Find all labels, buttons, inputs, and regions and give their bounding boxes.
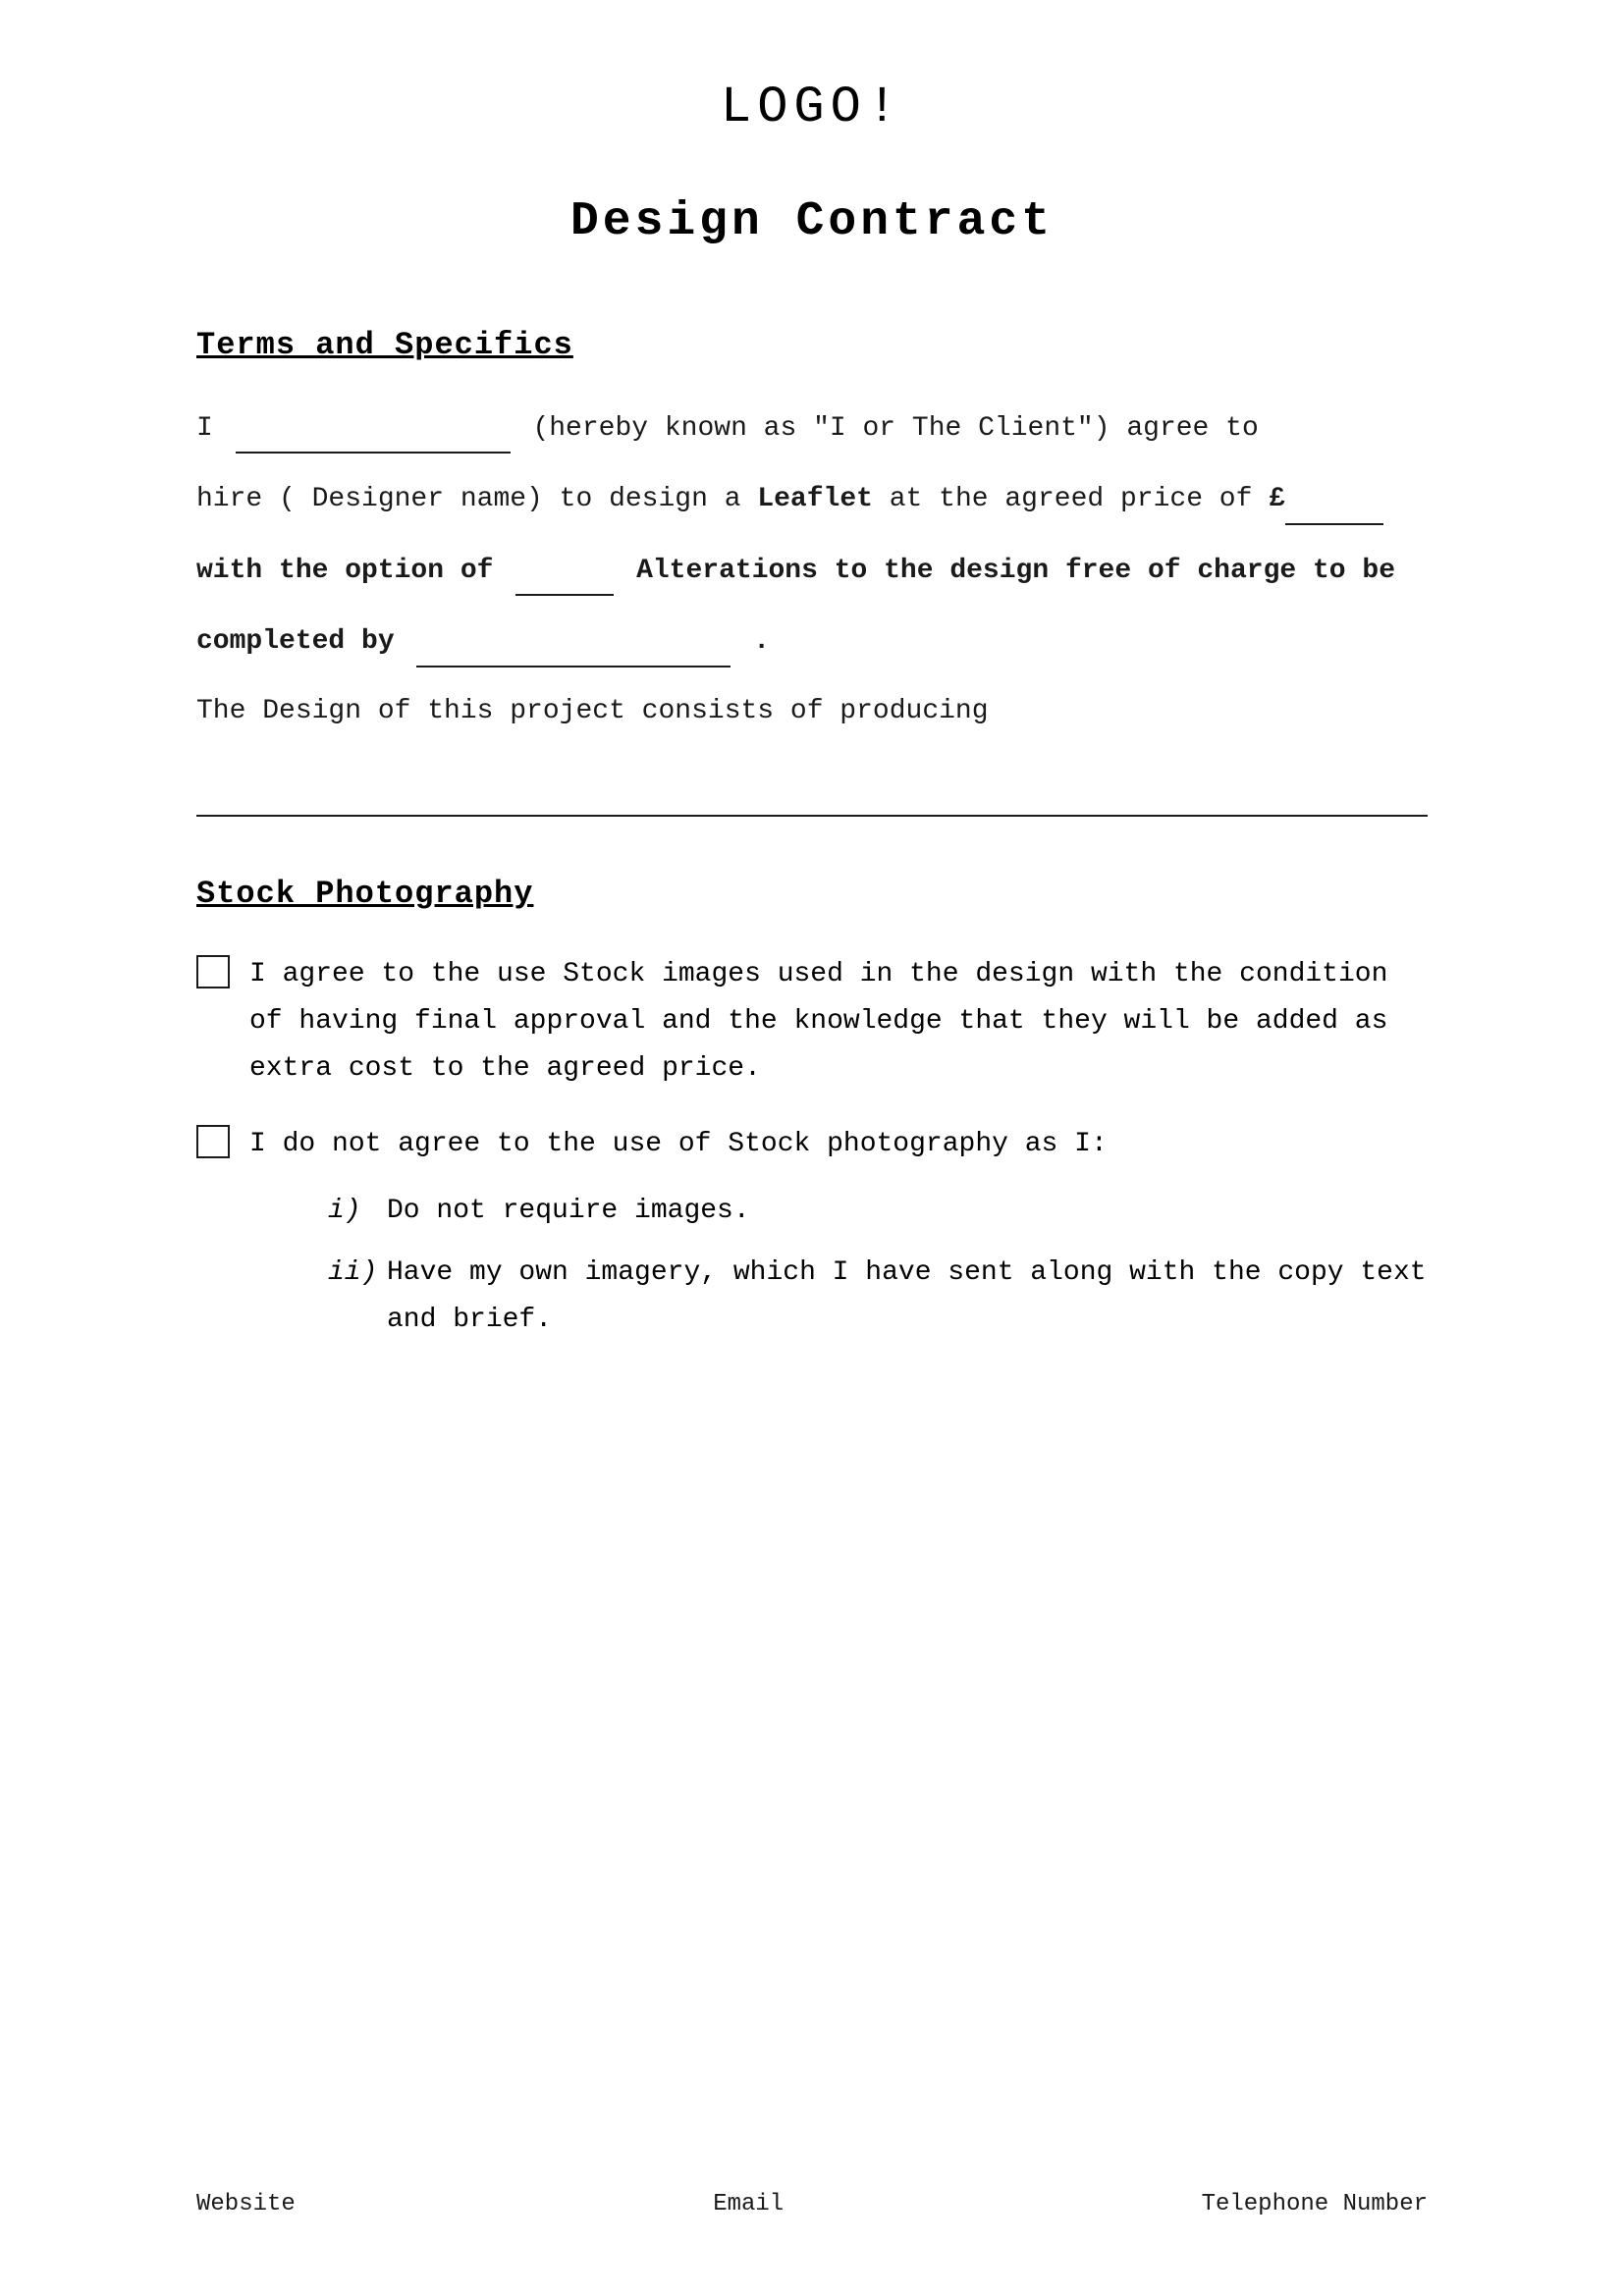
list-item-text-1: Do not require images. [387, 1188, 1428, 1235]
alterations-blank [515, 545, 614, 596]
list-item: i) Do not require images. [328, 1188, 1428, 1235]
footer-email: Email [713, 2191, 784, 2217]
footer-telephone: Telephone Number [1202, 2191, 1428, 2217]
logo-text: LOGO! [721, 79, 903, 136]
terms-body: I (hereby known as "I or The Client") ag… [196, 402, 1428, 817]
product-type: Leaflet [757, 484, 873, 514]
document-page: LOGO! Design Contract Terms and Specific… [0, 0, 1624, 2296]
checkbox-agree-stock: I agree to the use Stock images used in … [196, 951, 1428, 1092]
list-item-text-2: Have my own imagery, which I have sent a… [387, 1250, 1428, 1343]
terms-paragraph-1: I (hereby known as "I or The Client") ag… [196, 402, 1428, 454]
producing-blank [196, 766, 1428, 817]
footer-website: Website [196, 2191, 296, 2217]
checkbox-1-symbol[interactable] [196, 955, 230, 988]
title-section: Design Contract [196, 195, 1428, 248]
contract-title: Design Contract [570, 195, 1054, 248]
price-blank [1285, 473, 1383, 524]
logo-section: LOGO! [196, 79, 1428, 136]
checkbox-disagree-stock: I do not agree to the use of Stock photo… [196, 1121, 1428, 1359]
list-item-label-2: ii) [328, 1250, 387, 1343]
list-item: ii) Have my own imagery, which I have se… [328, 1250, 1428, 1343]
terms-paragraph-4: completed by . [196, 615, 1428, 667]
terms-paragraph-5: The Design of this project consists of p… [196, 687, 1428, 736]
terms-section: Terms and Specifics I (hereby known as "… [196, 327, 1428, 817]
client-name-blank [236, 402, 511, 454]
checkbox-2-text: I do not agree to the use of Stock photo… [249, 1129, 1108, 1159]
stock-photo-reasons-list: i) Do not require images. ii) Have my ow… [328, 1188, 1428, 1344]
list-item-label-1: i) [328, 1188, 387, 1235]
photography-section: Stock Photography I agree to the use Sto… [196, 876, 1428, 1359]
footer: Website Email Telephone Number [196, 2191, 1428, 2217]
photography-heading: Stock Photography [196, 876, 1428, 912]
terms-paragraph-2: hire ( Designer name) to design a Leafle… [196, 473, 1428, 524]
terms-paragraph-3: with the option of Alterations to the de… [196, 545, 1428, 596]
pound-symbol: £ [1269, 484, 1383, 514]
checkbox-2-content: I do not agree to the use of Stock photo… [249, 1121, 1428, 1359]
checkbox-2-symbol[interactable] [196, 1125, 230, 1158]
checkbox-1-text: I agree to the use Stock images used in … [249, 951, 1428, 1092]
terms-heading: Terms and Specifics [196, 327, 1428, 363]
completion-date-blank [416, 615, 731, 667]
